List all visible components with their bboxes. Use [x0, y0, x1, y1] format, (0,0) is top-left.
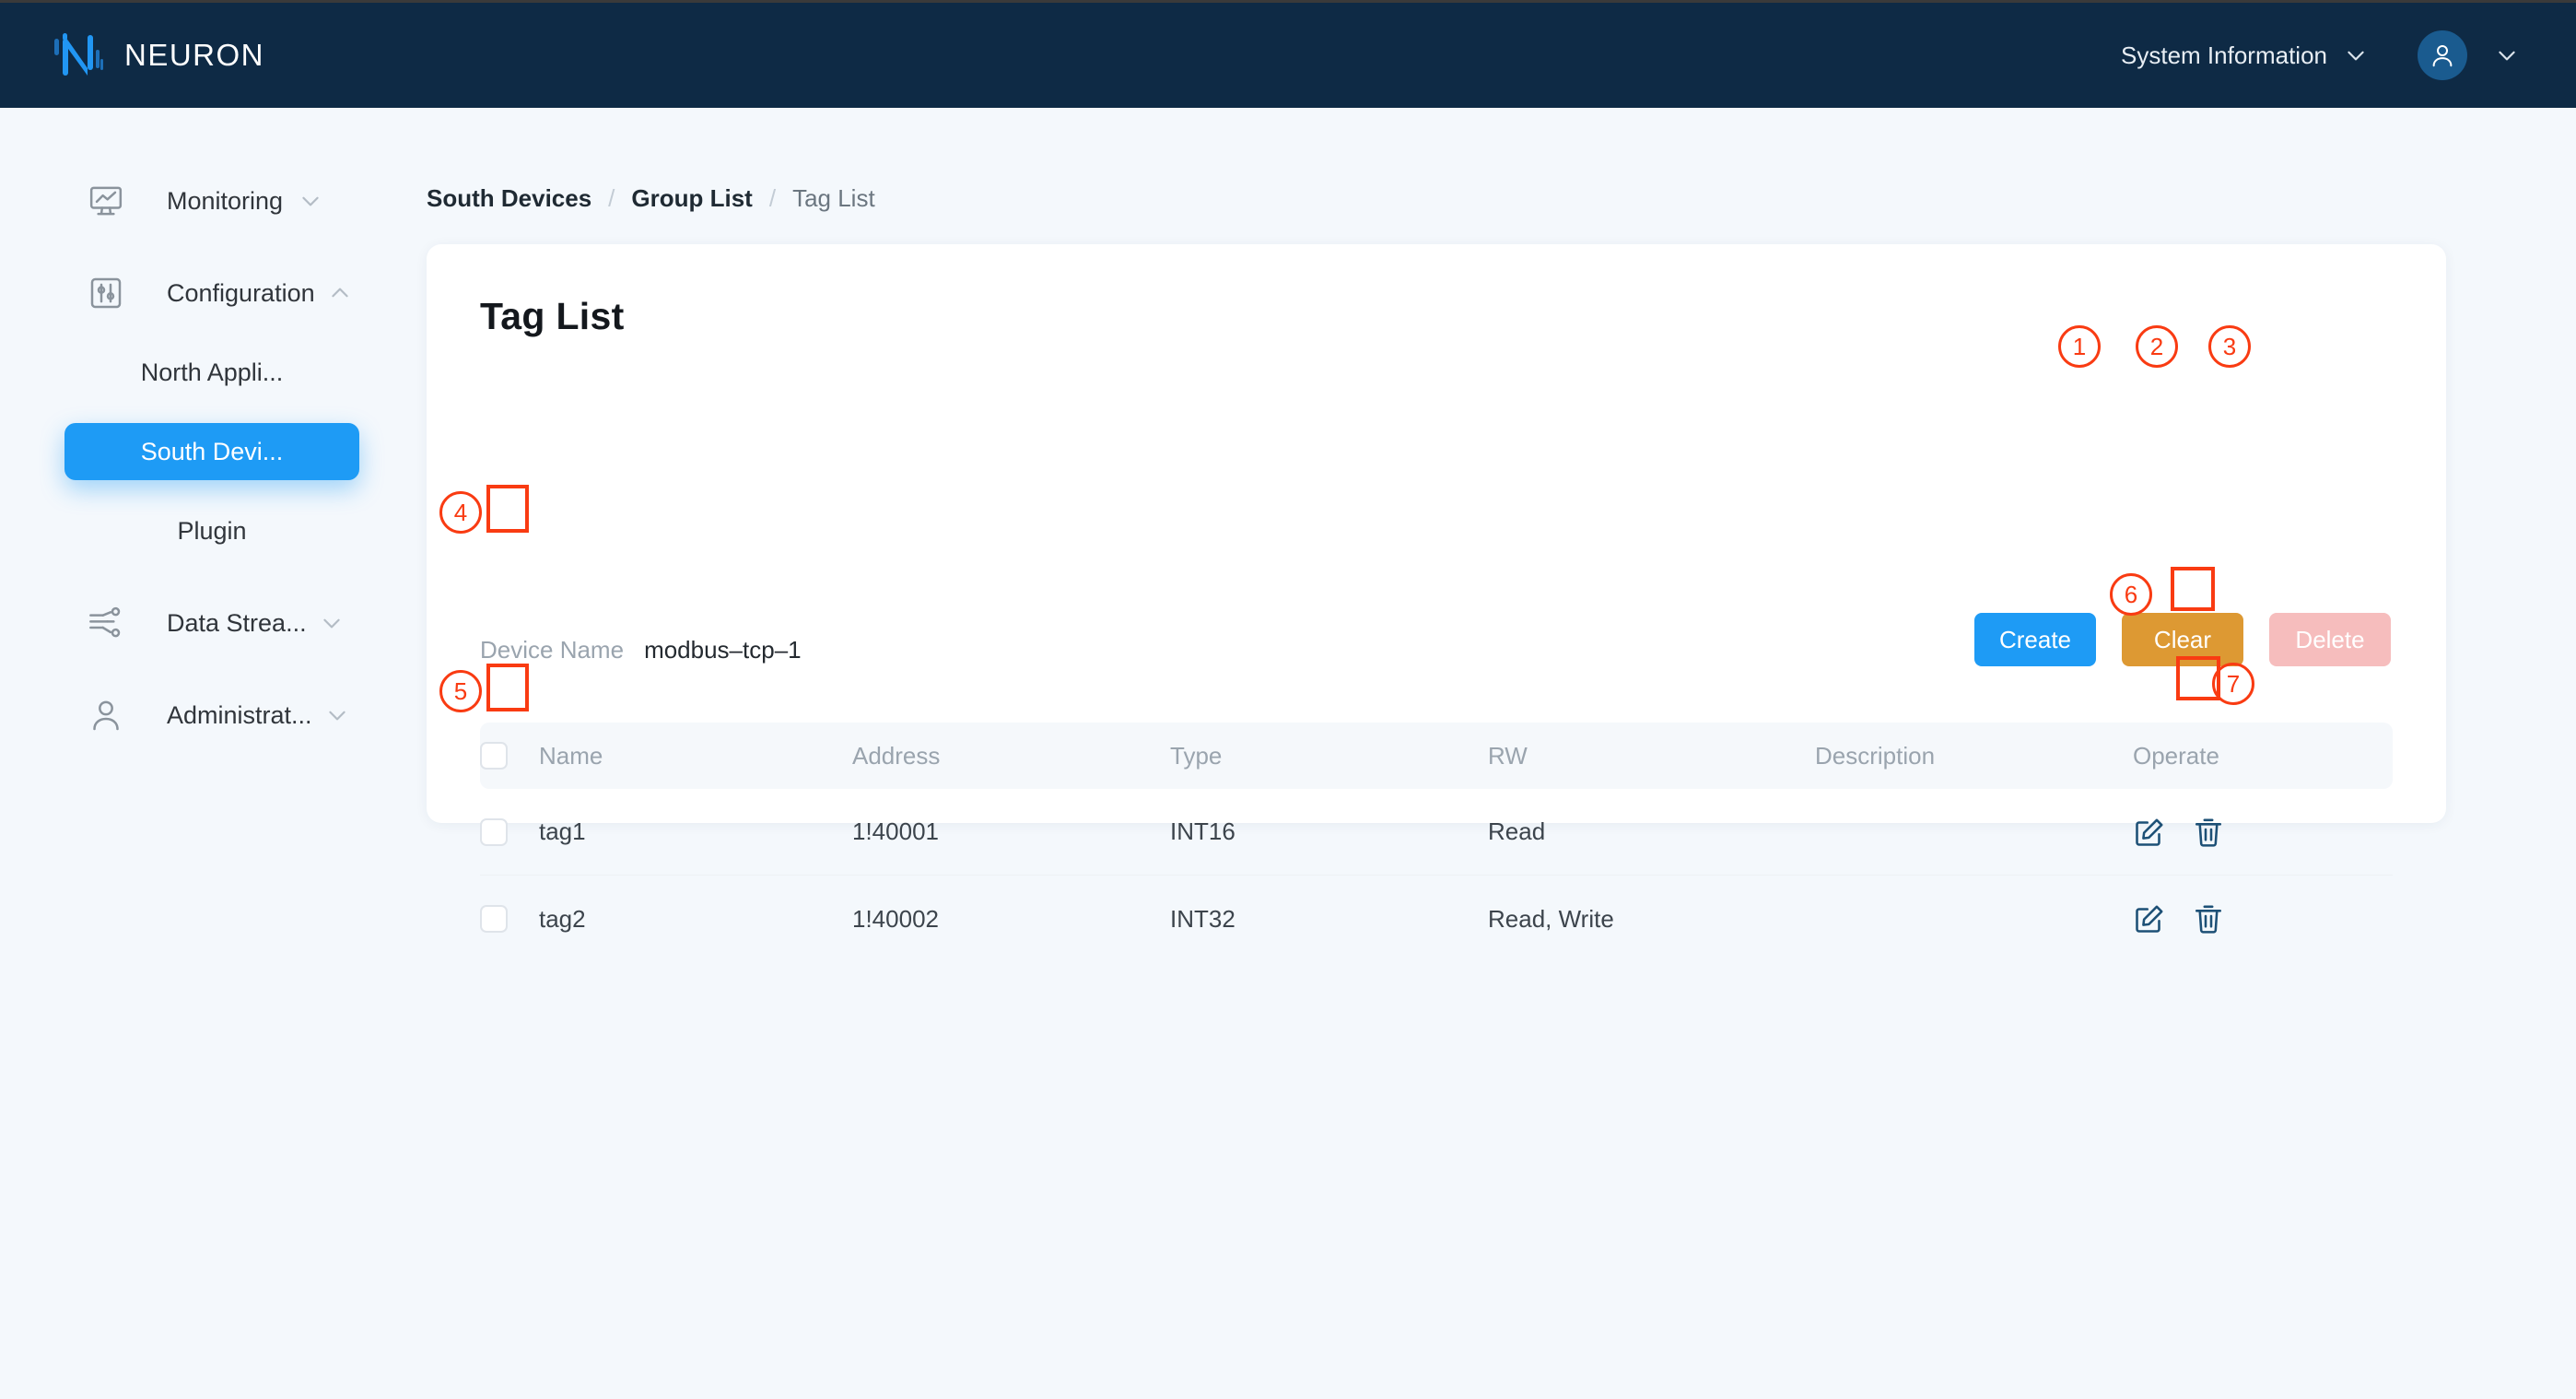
sidebar-item-administration[interactable]: Administrat... [0, 687, 424, 744]
column-header-name: Name [539, 741, 603, 770]
row-select-cell [480, 817, 539, 846]
chevron-down-icon [299, 189, 322, 213]
system-information-label: System Information [2121, 41, 2327, 69]
chevron-down-icon [320, 611, 344, 635]
column-header-rw: RW [1488, 741, 1528, 770]
breadcrumb-item-tag-list: Tag List [792, 184, 875, 212]
breadcrumb: South Devices / Group List / Tag List [427, 184, 875, 213]
cell-type: INT16 [1170, 817, 1235, 845]
column-header-type: Type [1170, 741, 1223, 770]
chevron-down-icon [325, 703, 349, 727]
create-button[interactable]: Create [1974, 613, 2096, 666]
cell-name: tag2 [539, 904, 586, 933]
sidebar-item-configuration[interactable]: Configuration [0, 265, 424, 322]
cell-address: 1!40001 [852, 817, 939, 845]
sidebar: Monitoring Configuration North Appli... … [0, 108, 424, 1399]
user-avatar-icon [2432, 45, 2453, 67]
sidebar-item-label: Data Strea... [167, 608, 307, 637]
top-header-bar: NEURON System Information [0, 0, 2576, 108]
select-all-cell [480, 742, 539, 770]
avatar[interactable] [2418, 30, 2467, 80]
avatar-chevron-down-icon[interactable] [2495, 43, 2519, 67]
cell-type: INT32 [1170, 904, 1235, 933]
sidebar-item-plugin[interactable]: Plugin [64, 502, 359, 559]
monitor-icon [88, 182, 124, 219]
delete-button[interactable]: Delete [2269, 613, 2391, 666]
row-checkbox[interactable] [480, 817, 508, 846]
trash-icon[interactable] [2192, 816, 2225, 849]
brand-name: NEURON [124, 38, 265, 72]
sidebar-subitem-label: South Devi... [140, 437, 284, 465]
device-name-row: Device Name modbus–tcp–1 [480, 636, 802, 664]
sidebar-item-data-streaming[interactable]: Data Strea... [0, 594, 424, 652]
sidebar-subitem-label: Plugin [177, 516, 247, 545]
cell-rw: Read [1488, 817, 1546, 845]
column-header-operate: Operate [2133, 741, 2219, 770]
device-name-label: Device Name [480, 636, 625, 664]
row-checkbox[interactable] [480, 905, 508, 933]
clear-button[interactable]: Clear [2122, 613, 2243, 666]
sidebar-item-monitoring[interactable]: Monitoring [0, 172, 424, 229]
sidebar-item-south-devices[interactable]: South Devi... [64, 423, 359, 480]
row-select-cell [480, 905, 539, 933]
breadcrumb-separator: / [608, 184, 615, 212]
sliders-icon [88, 275, 124, 312]
cell-operate [2133, 816, 2393, 849]
sidebar-item-label: Administrat... [167, 700, 312, 729]
breadcrumb-separator: / [768, 184, 777, 212]
chevron-down-icon [2344, 43, 2368, 67]
cell-rw: Read, Write [1488, 904, 1614, 933]
sidebar-item-label: Configuration [167, 278, 315, 307]
table-row: tag1 1!40001 INT16 Read [480, 789, 2393, 876]
column-header-description: Description [1815, 741, 1936, 770]
edit-icon[interactable] [2133, 816, 2166, 849]
chevron-up-icon [328, 281, 352, 305]
cell-address: 1!40002 [852, 904, 939, 933]
neuron-logo-icon [53, 31, 104, 79]
brand: NEURON [53, 31, 264, 79]
tag-table: Name Address Type RW Description Operate… [480, 723, 2393, 962]
sidebar-item-label: Monitoring [167, 186, 284, 215]
data-stream-icon [88, 605, 124, 641]
header-right-cluster: System Information [2121, 30, 2519, 80]
column-header-address: Address [852, 741, 941, 770]
tag-list-card: Tag List Device Name modbus–tcp–1 Create… [427, 244, 2446, 934]
edit-icon[interactable] [2133, 902, 2166, 935]
breadcrumb-item-group-list[interactable]: Group List [631, 184, 752, 213]
system-information-menu[interactable]: System Information [2121, 41, 2368, 70]
cell-name: tag1 [539, 817, 586, 845]
table-header-row: Name Address Type RW Description Operate [480, 723, 2393, 789]
trash-icon[interactable] [2192, 902, 2225, 935]
select-all-checkbox[interactable] [480, 742, 508, 770]
page-title: Tag List [480, 295, 625, 337]
sidebar-subitem-label: North Appli... [140, 358, 284, 386]
breadcrumb-item-south-devices[interactable]: South Devices [427, 184, 591, 213]
sidebar-item-north-applications[interactable]: North Appli... [64, 344, 359, 401]
device-name-value: modbus–tcp–1 [644, 636, 802, 664]
table-row: tag2 1!40002 INT32 Read, Write [480, 876, 2393, 962]
cell-operate [2133, 902, 2393, 935]
toolbar: Create Clear Delete [1974, 613, 2391, 666]
user-icon [88, 697, 124, 734]
